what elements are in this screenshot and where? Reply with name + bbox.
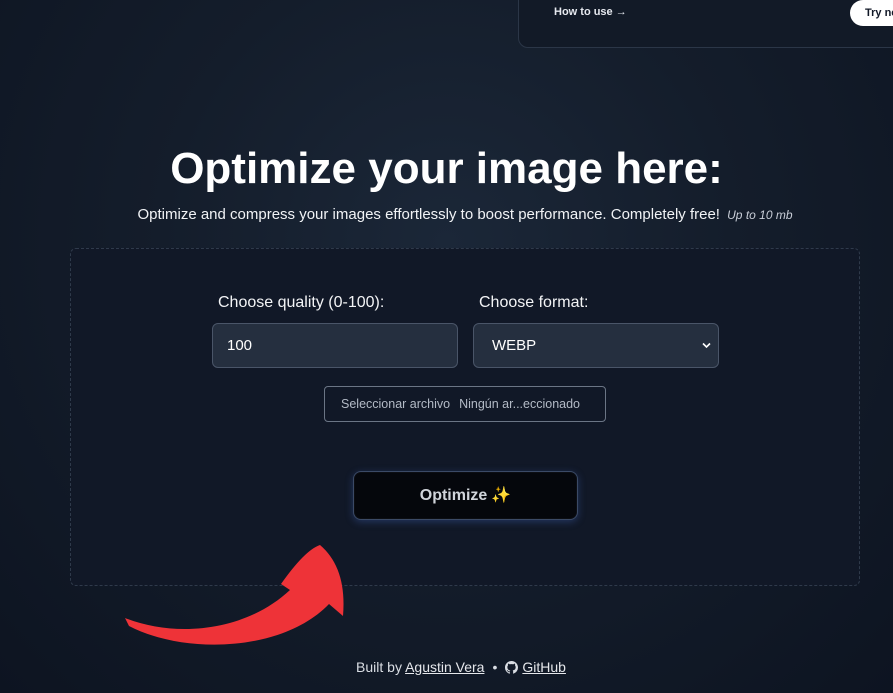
file-choose-button[interactable]: Seleccionar archivo	[341, 397, 450, 411]
sparkles-icon: ✨	[491, 487, 512, 504]
optimize-label: Optimize	[419, 487, 488, 504]
quality-input[interactable]: 100	[212, 323, 458, 368]
quality-label: Choose quality (0-100):	[218, 294, 385, 311]
format-label: Choose format:	[479, 294, 589, 311]
author-link[interactable]: Agustin Vera	[405, 659, 484, 675]
built-by-text: Built by	[356, 659, 402, 675]
optimize-button[interactable]: Optimize ✨	[353, 471, 578, 520]
red-arrow-icon	[125, 545, 344, 645]
how-to-use-link[interactable]: How to use →	[554, 6, 627, 18]
format-selected-value: WEBP	[492, 337, 537, 354]
file-status: Ningún ar...eccionado	[459, 397, 581, 411]
promo-banner: How to use → Try now	[518, 0, 893, 48]
github-link[interactable]: GitHub	[522, 659, 566, 675]
page-subtitle: Optimize and compress your images effort…	[0, 206, 893, 223]
page-title: Optimize your image here:	[170, 144, 723, 193]
format-select[interactable]: WEBP	[473, 323, 719, 368]
subtitle-text: Optimize and compress your images effort…	[137, 206, 720, 223]
try-now-button[interactable]: Try now	[850, 0, 893, 26]
footer: Built by Agustin Vera • GitHub	[0, 659, 893, 677]
size-limit-note: Up to 10 mb	[727, 208, 793, 222]
file-input[interactable]: Seleccionar archivo Ningún ar...eccionado	[324, 386, 606, 422]
github-icon	[505, 661, 519, 677]
chevron-down-icon	[702, 324, 711, 386]
separator-dot: •	[492, 659, 498, 675]
